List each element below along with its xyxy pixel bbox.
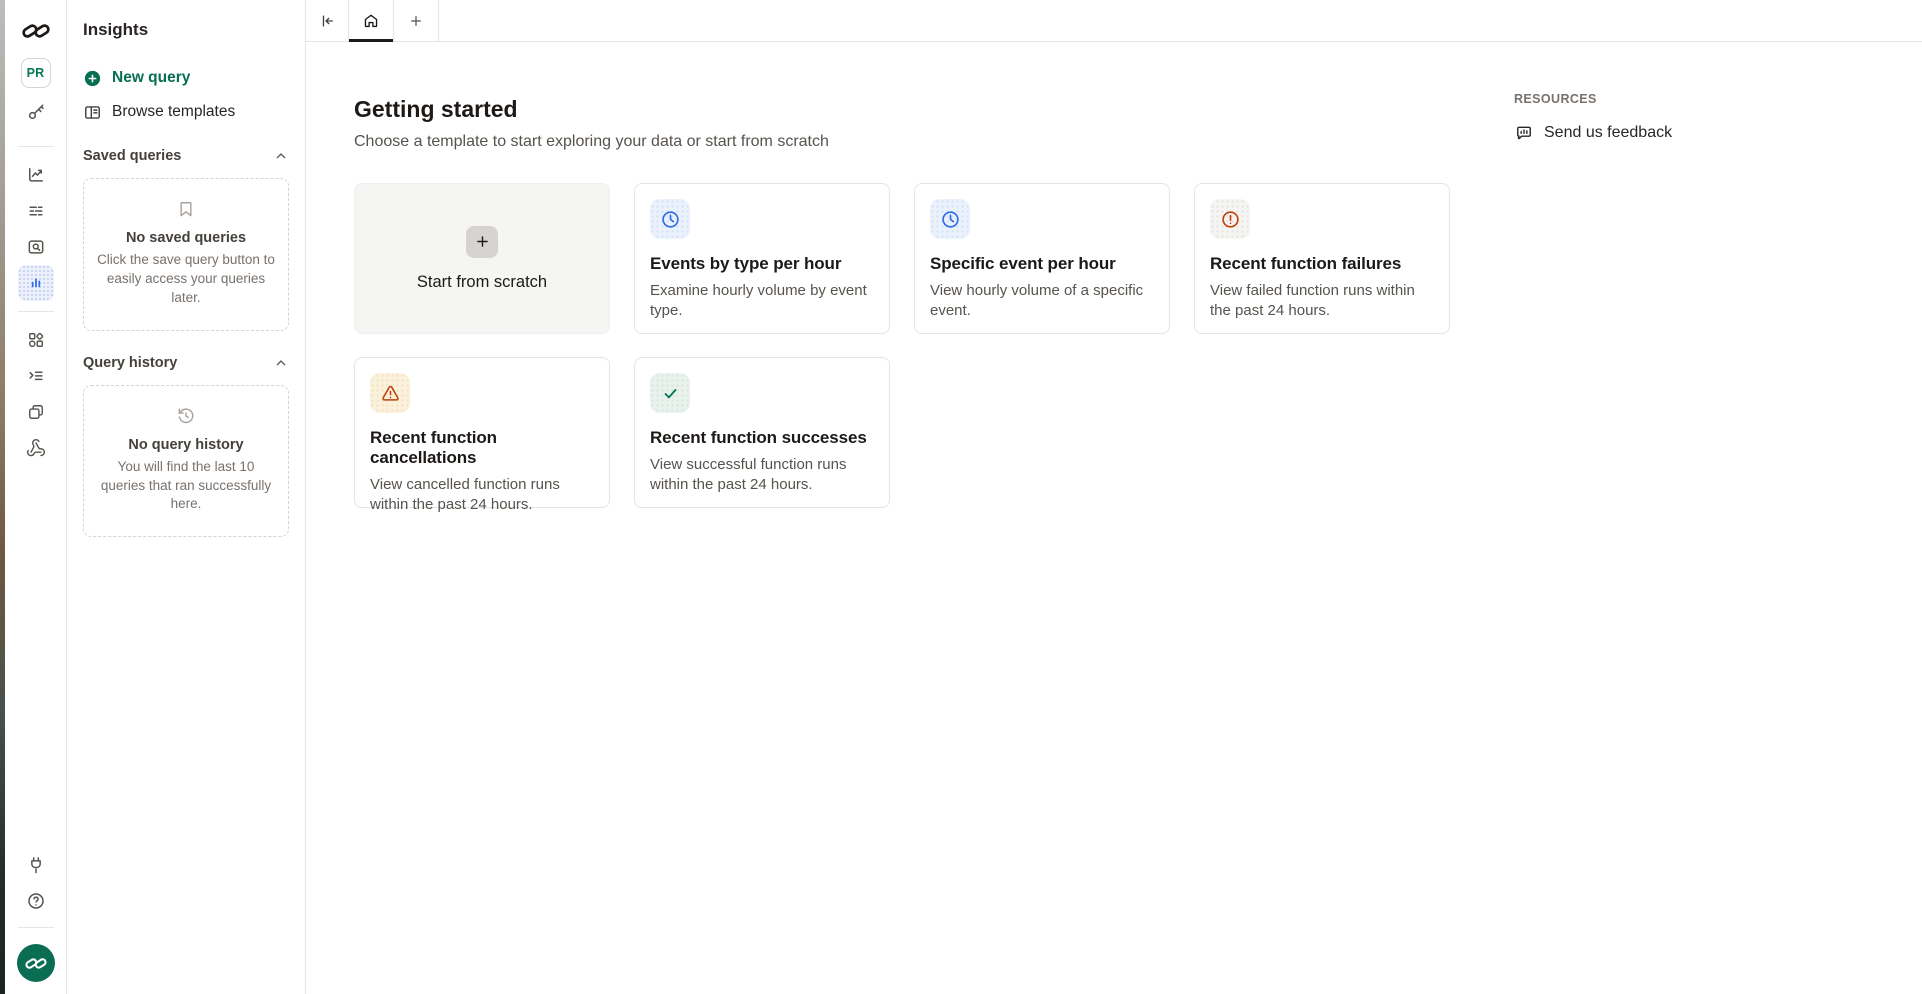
rail-divider bbox=[18, 146, 54, 147]
workspace-badge[interactable]: PR bbox=[21, 58, 51, 88]
plus-icon bbox=[408, 13, 424, 29]
alert-circle-icon bbox=[1210, 199, 1250, 239]
query-history-label: Query history bbox=[83, 355, 177, 371]
clock-icon bbox=[930, 199, 970, 239]
template-card-title: Recent function successes bbox=[650, 428, 874, 448]
template-card-title: Events by type per hour bbox=[650, 254, 874, 274]
query-history-empty-description: You will find the last 10 queries that r… bbox=[96, 458, 276, 515]
collapse-saved-queries-chevron-icon[interactable] bbox=[273, 148, 289, 164]
bookmark-icon bbox=[96, 199, 276, 219]
browse-templates-button[interactable]: Browse templates bbox=[83, 100, 289, 124]
template-card-title: Recent function cancellations bbox=[370, 428, 594, 468]
check-icon bbox=[650, 373, 690, 413]
send-feedback-link[interactable]: Send us feedback bbox=[1514, 123, 1672, 143]
new-query-label: New query bbox=[112, 69, 190, 87]
template-card-description: Examine hourly volume by event type. bbox=[650, 281, 874, 321]
help-icon[interactable] bbox=[18, 883, 54, 919]
page-subtitle: Choose a template to start exploring you… bbox=[354, 131, 1922, 152]
rail-divider bbox=[18, 311, 54, 312]
main-area: Getting started Choose a template to sta… bbox=[306, 0, 1922, 994]
templates-panel-icon bbox=[83, 103, 102, 122]
template-card-events-by-type[interactable]: Events by type per hour Examine hourly v… bbox=[634, 183, 890, 334]
insights-sidebar: Insights New query Browse templates bbox=[67, 0, 306, 994]
rail-divider bbox=[18, 927, 54, 928]
template-card-function-cancellations[interactable]: Recent function cancellations View cance… bbox=[354, 357, 610, 508]
saved-queries-empty-title: No saved queries bbox=[96, 230, 276, 246]
template-card-title: Specific event per hour bbox=[930, 254, 1154, 274]
saved-queries-label: Saved queries bbox=[83, 148, 181, 164]
collapse-query-history-chevron-icon[interactable] bbox=[273, 355, 289, 371]
query-history-empty-state: No query history You will find the last … bbox=[83, 385, 289, 538]
functions-icon[interactable] bbox=[18, 394, 54, 430]
new-tab-button[interactable] bbox=[394, 0, 439, 41]
send-feedback-label: Send us feedback bbox=[1544, 124, 1672, 142]
template-card-grid: Start from scratch Events by type per ho… bbox=[354, 183, 1922, 508]
keys-icon[interactable] bbox=[18, 94, 54, 130]
events-list-icon[interactable] bbox=[18, 193, 54, 229]
icon-rail: PR bbox=[5, 0, 67, 994]
template-card-description: View successful function runs within the… bbox=[650, 455, 874, 495]
template-card-description: View hourly volume of a specific event. bbox=[930, 281, 1154, 321]
resources-header: RESOURCES bbox=[1514, 92, 1672, 106]
getting-started-panel: Getting started Choose a template to sta… bbox=[306, 42, 1922, 994]
tab-home[interactable] bbox=[349, 0, 394, 41]
clock-icon bbox=[650, 199, 690, 239]
saved-queries-header: Saved queries bbox=[83, 146, 289, 166]
start-from-scratch-card[interactable]: Start from scratch bbox=[354, 183, 610, 334]
template-card-description: View cancelled function runs within the … bbox=[370, 475, 594, 515]
resources-section: RESOURCES Send us feedback bbox=[1514, 92, 1672, 143]
new-query-button[interactable]: New query bbox=[83, 66, 289, 90]
start-from-scratch-plus-button[interactable] bbox=[466, 226, 498, 258]
apps-icon[interactable] bbox=[18, 322, 54, 358]
collapse-sidebar-button[interactable] bbox=[306, 0, 349, 41]
tab-bar bbox=[306, 0, 1922, 42]
saved-queries-empty-state: No saved queries Click the save query bu… bbox=[83, 178, 289, 331]
browse-templates-label: Browse templates bbox=[112, 103, 235, 121]
template-card-specific-event[interactable]: Specific event per hour View hourly volu… bbox=[914, 183, 1170, 334]
home-icon bbox=[362, 12, 380, 30]
sidebar-title: Insights bbox=[83, 18, 289, 42]
insights-icon[interactable] bbox=[18, 265, 54, 301]
metrics-icon[interactable] bbox=[18, 157, 54, 193]
warning-triangle-icon bbox=[370, 373, 410, 413]
template-card-function-failures[interactable]: Recent function failures View failed fun… bbox=[1194, 183, 1450, 334]
feedback-bubble-icon bbox=[1514, 123, 1534, 143]
template-card-title: Recent function failures bbox=[1210, 254, 1434, 274]
plus-circle-icon bbox=[83, 69, 102, 88]
saved-queries-empty-description: Click the save query button to easily ac… bbox=[96, 251, 276, 308]
runs-icon[interactable] bbox=[18, 358, 54, 394]
history-clock-icon bbox=[96, 406, 276, 426]
template-card-function-successes[interactable]: Recent function successes View successfu… bbox=[634, 357, 890, 508]
template-card-description: View failed function runs within the pas… bbox=[1210, 281, 1434, 321]
query-history-empty-title: No query history bbox=[96, 437, 276, 453]
inngest-logo-icon[interactable] bbox=[21, 20, 51, 42]
webhook-icon[interactable] bbox=[18, 430, 54, 466]
app-window: PR bbox=[0, 0, 1922, 994]
integrations-plug-icon[interactable] bbox=[18, 847, 54, 883]
query-history-header: Query history bbox=[83, 353, 289, 373]
log-search-icon[interactable] bbox=[18, 229, 54, 265]
plus-icon bbox=[474, 233, 491, 250]
page-title: Getting started bbox=[354, 94, 1922, 124]
account-avatar[interactable] bbox=[17, 944, 55, 982]
start-from-scratch-label: Start from scratch bbox=[417, 273, 547, 292]
